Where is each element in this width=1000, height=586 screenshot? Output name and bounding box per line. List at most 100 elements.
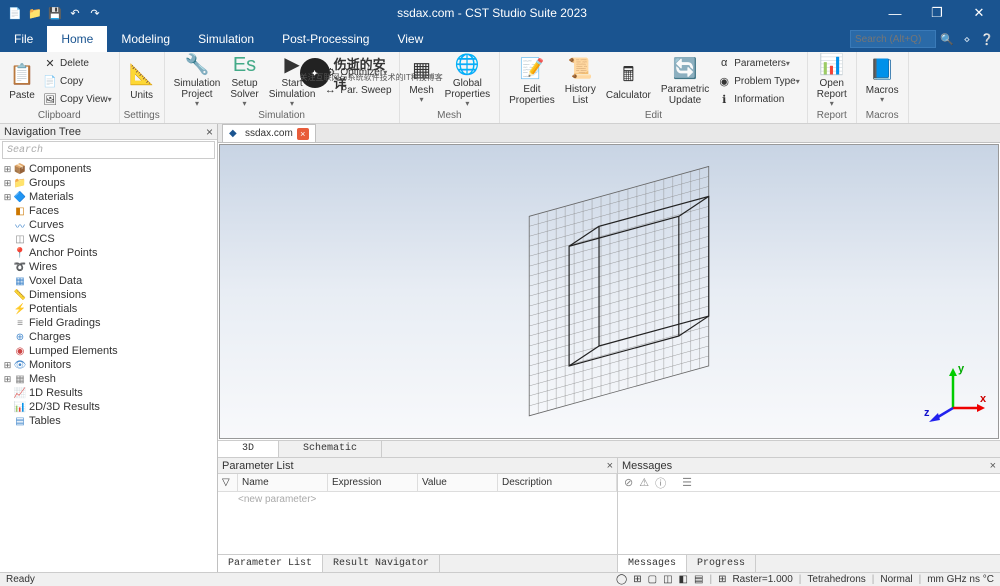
search-icon[interactable]: 🔍 bbox=[938, 30, 956, 48]
col-expression[interactable]: Expression bbox=[328, 474, 418, 491]
save-icon[interactable]: 💾 bbox=[48, 6, 62, 20]
minimize-icon[interactable]: — bbox=[874, 0, 916, 26]
warning-icon[interactable]: ⚠ bbox=[639, 476, 649, 489]
col-name[interactable]: Name bbox=[238, 474, 328, 491]
undo-icon[interactable]: ↶ bbox=[68, 6, 82, 20]
delete-button[interactable]: ✕Delete bbox=[40, 54, 115, 72]
svg-text:x: x bbox=[980, 393, 987, 405]
edit-properties-button[interactable]: 📝Edit Properties bbox=[504, 54, 560, 108]
col-description[interactable]: Description bbox=[498, 474, 617, 491]
tree-item-monitors[interactable]: ⊞👁Monitors bbox=[0, 358, 217, 372]
parameters-button[interactable]: αParameters bbox=[714, 54, 803, 72]
units-button[interactable]: 📐Units bbox=[124, 54, 160, 108]
tree-item-faces[interactable]: ◧Faces bbox=[0, 204, 217, 218]
doc-close-icon[interactable]: × bbox=[297, 128, 309, 140]
status-icon-4[interactable]: ◫ bbox=[663, 574, 672, 585]
information-button[interactable]: ℹInformation bbox=[714, 90, 803, 108]
tree-item-lumped-elements[interactable]: ◉Lumped Elements bbox=[0, 344, 217, 358]
tab-post-processing[interactable]: Post-Processing bbox=[268, 26, 383, 52]
open-report-button[interactable]: 📊Open Report bbox=[812, 54, 852, 108]
tree-item-potentials[interactable]: ⚡Potentials bbox=[0, 302, 217, 316]
tree-item-materials[interactable]: ⊞🔷Materials bbox=[0, 190, 217, 204]
status-icon-1[interactable]: ◯ bbox=[616, 574, 627, 585]
tree-item-tables[interactable]: ▤Tables bbox=[0, 414, 217, 428]
tree-item-voxel-data[interactable]: ▦Voxel Data bbox=[0, 274, 217, 288]
group-edit: Edit bbox=[500, 110, 807, 123]
tab-progress[interactable]: Progress bbox=[687, 555, 756, 572]
tab-file[interactable]: File bbox=[0, 26, 47, 52]
nav-close-icon[interactable]: × bbox=[206, 125, 213, 139]
copy-button[interactable]: 📄Copy bbox=[40, 72, 115, 90]
open-icon[interactable]: 📁 bbox=[28, 6, 42, 20]
help-icon[interactable]: ❔ bbox=[978, 30, 996, 48]
status-icon-3[interactable]: ▢ bbox=[648, 574, 657, 585]
tree-item-mesh[interactable]: ⊞▦Mesh bbox=[0, 372, 217, 386]
problem-type-button[interactable]: ◉Problem Type bbox=[714, 72, 803, 90]
parameter-list-panel: Parameter List× ▽ Name Expression Value … bbox=[218, 458, 618, 572]
view-tab-schematic[interactable]: Schematic bbox=[279, 441, 382, 458]
tree-item-charges[interactable]: ⊕Charges bbox=[0, 330, 217, 344]
tab-parameter-list[interactable]: Parameter List bbox=[218, 555, 323, 572]
info-icon[interactable]: ⓘ bbox=[655, 475, 666, 491]
clear-icon[interactable]: ⊘ bbox=[624, 476, 633, 489]
svg-text:z: z bbox=[924, 407, 930, 419]
watermark: ✦ 伤逝的安详 关注互联网与系统软件技术的IT科技博客 bbox=[300, 54, 399, 92]
tab-home[interactable]: Home bbox=[47, 26, 107, 52]
status-raster-icon[interactable]: ⊞ bbox=[718, 574, 726, 585]
redo-icon[interactable]: ↷ bbox=[88, 6, 102, 20]
tree-item-curves[interactable]: 〰Curves bbox=[0, 218, 217, 232]
status-icon-6[interactable]: ▤ bbox=[694, 574, 703, 585]
3d-viewport[interactable]: y x z bbox=[219, 144, 999, 438]
status-icon-5[interactable]: ◧ bbox=[679, 574, 688, 585]
search-input[interactable] bbox=[850, 30, 936, 48]
nav-title: Navigation Tree bbox=[4, 126, 81, 138]
nav-search-input[interactable]: Search bbox=[2, 141, 215, 159]
expand-icon[interactable]: ⋄ bbox=[958, 30, 976, 48]
global-properties-button[interactable]: 🌐Global Properties bbox=[440, 54, 496, 108]
status-icon-2[interactable]: ⊞ bbox=[633, 574, 641, 585]
copy-view-button[interactable]: 🖼Copy View bbox=[40, 90, 115, 108]
simulation-project-button[interactable]: 🔧Simulation Project bbox=[169, 54, 226, 108]
history-list-button[interactable]: 📜History List bbox=[560, 54, 601, 108]
tab-modeling[interactable]: Modeling bbox=[107, 26, 184, 52]
parametric-update-button[interactable]: 🔄Parametric Update bbox=[656, 54, 714, 108]
calculator-button[interactable]: 🖩Calculator bbox=[601, 54, 656, 108]
tree-item-2d/3d-results[interactable]: 📊2D/3D Results bbox=[0, 400, 217, 414]
tab-view[interactable]: View bbox=[383, 26, 437, 52]
svg-text:y: y bbox=[958, 363, 965, 375]
tree-item-field-gradings[interactable]: ≡Field Gradings bbox=[0, 316, 217, 330]
tree-item-1d-results[interactable]: 📈1D Results bbox=[0, 386, 217, 400]
tree-item-groups[interactable]: ⊞📁Groups bbox=[0, 176, 217, 190]
messages-close-icon[interactable]: × bbox=[990, 460, 996, 472]
macros-button[interactable]: 📘Macros bbox=[861, 54, 904, 108]
tab-simulation[interactable]: Simulation bbox=[184, 26, 268, 52]
new-icon[interactable]: 📄 bbox=[8, 6, 22, 20]
document-tabs: ◆ ssdax.com × bbox=[218, 124, 1000, 143]
setup-solver-button[interactable]: EsSetup Solver bbox=[225, 54, 263, 108]
doc-icon: ◆ bbox=[229, 128, 241, 139]
filter-icon[interactable]: ▽ bbox=[218, 474, 238, 491]
view-tab-3d[interactable]: 3D bbox=[218, 441, 279, 458]
tab-result-navigator[interactable]: Result Navigator bbox=[323, 555, 440, 572]
tree-item-dimensions[interactable]: 📏Dimensions bbox=[0, 288, 217, 302]
close-icon[interactable]: ✕ bbox=[958, 0, 1000, 26]
tree-item-wires[interactable]: ➰Wires bbox=[0, 260, 217, 274]
col-value[interactable]: Value bbox=[418, 474, 498, 491]
tree-item-wcs[interactable]: ◫WCS bbox=[0, 232, 217, 246]
paste-button[interactable]: 📋Paste bbox=[4, 54, 40, 108]
new-parameter-placeholder[interactable]: <new parameter> bbox=[218, 492, 617, 554]
status-bar: Ready ◯ ⊞ ▢ ◫ ◧ ▤ | ⊞ Raster=1.000 | Tet… bbox=[0, 572, 1000, 586]
navigation-tree-panel: Navigation Tree × Search ⊞📦Components⊞📁Gr… bbox=[0, 124, 218, 572]
param-close-icon[interactable]: × bbox=[607, 460, 613, 472]
status-ready: Ready bbox=[6, 574, 35, 585]
doc-tab[interactable]: ◆ ssdax.com × bbox=[222, 124, 316, 142]
ribbon: 📋Paste ✕Delete 📄Copy 🖼Copy View Clipboar… bbox=[0, 52, 1000, 124]
list-icon[interactable]: ☰ bbox=[682, 476, 692, 489]
maximize-icon[interactable]: ❐ bbox=[916, 0, 958, 26]
tree-item-components[interactable]: ⊞📦Components bbox=[0, 162, 217, 176]
status-raster: Raster=1.000 bbox=[732, 574, 792, 585]
nav-tree[interactable]: ⊞📦Components⊞📁Groups⊞🔷Materials◧Faces〰Cu… bbox=[0, 160, 217, 572]
tab-messages[interactable]: Messages bbox=[618, 555, 687, 572]
status-mesh: Tetrahedrons bbox=[807, 574, 865, 585]
tree-item-anchor-points[interactable]: 📍Anchor Points bbox=[0, 246, 217, 260]
